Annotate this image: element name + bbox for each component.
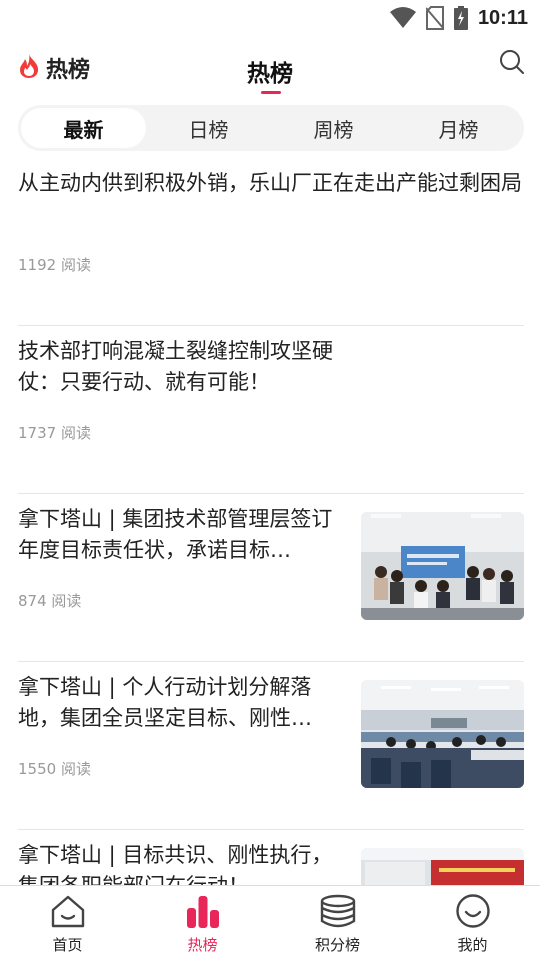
status-time: 10:11 — [477, 6, 528, 29]
bottom-nav: 首页 热榜 积分榜 我的 — [0, 885, 540, 960]
nav-label: 我的 — [457, 936, 488, 954]
article-item[interactable]: 拿下塔山 | 集团技术部管理层签订年度目标责任状，承诺目标… 874 阅读 — [18, 494, 524, 662]
status-bar: 10:11 — [0, 0, 540, 40]
article-thumbnail[interactable] — [361, 680, 524, 788]
coin-stack-icon — [320, 894, 356, 932]
page-title: 热榜 — [247, 61, 293, 87]
smile-icon — [455, 894, 491, 932]
article-title: 从主动内供到积极外销，乐山厂正在走出产能过剩困局 — [18, 171, 522, 195]
home-icon — [50, 894, 86, 932]
article-item[interactable]: 从主动内供到积极外销，乐山厂正在走出产能过剩困局 1192 阅读 — [18, 158, 524, 326]
article-reads: 1192 阅读 — [18, 256, 91, 274]
tab-daily[interactable]: 日榜 — [146, 108, 271, 148]
nav-home[interactable]: 首页 — [0, 886, 135, 960]
nav-label: 热榜 — [187, 936, 218, 954]
status-icons: 10:11 — [389, 4, 528, 32]
tab-weekly[interactable]: 周榜 — [271, 108, 396, 148]
article-title: 拿下塔山 | 目标共识、刚性执行，集团各职能部门在行动！ — [18, 843, 333, 885]
battery-charging-icon — [453, 6, 468, 30]
article-item[interactable]: 拿下塔山 | 个人行动计划分解落地，集团全员坚定目标、刚性… 1550 阅读 — [18, 662, 524, 830]
tab-monthly[interactable]: 月榜 — [396, 108, 521, 148]
article-item[interactable]: 技术部打响混凝土裂缝控制攻坚硬仗：只要行动、就有可能！ 1737 阅读 — [18, 326, 524, 494]
article-reads: 1550 阅读 — [18, 760, 91, 778]
nav-hot[interactable]: 热榜 — [135, 886, 270, 960]
article-feed: 从主动内供到积极外销，乐山厂正在走出产能过剩困局 1192 阅读 技术部打响混凝… — [18, 158, 524, 885]
article-item[interactable]: 拿下塔山 | 目标共识、刚性执行，集团各职能部门在行动！ — [18, 830, 524, 885]
ranking-tabs: 最新 日榜 周榜 月榜 — [18, 105, 524, 151]
nav-points[interactable]: 积分榜 — [270, 886, 405, 960]
nav-label: 首页 — [52, 936, 83, 954]
title-underline — [261, 91, 281, 94]
article-thumbnail[interactable] — [361, 848, 524, 885]
search-button[interactable] — [498, 48, 526, 76]
article-reads: 874 阅读 — [18, 592, 82, 610]
article-reads: 1737 阅读 — [18, 424, 91, 442]
article-title: 拿下塔山 | 个人行动计划分解落地，集团全员坚定目标、刚性… — [18, 675, 312, 730]
search-icon — [498, 50, 526, 80]
bar-chart-icon — [185, 894, 221, 932]
wifi-icon — [389, 7, 416, 29]
tab-latest[interactable]: 最新 — [21, 108, 146, 148]
nav-profile[interactable]: 我的 — [405, 886, 540, 960]
article-title: 拿下塔山 | 集团技术部管理层签订年度目标责任状，承诺目标… — [18, 507, 333, 562]
article-thumbnail[interactable] — [361, 512, 524, 620]
header: 热榜 热榜 — [0, 40, 540, 100]
nav-label: 积分榜 — [314, 936, 360, 954]
no-sim-icon — [425, 6, 444, 30]
article-title: 技术部打响混凝土裂缝控制攻坚硬仗：只要行动、就有可能！ — [18, 339, 333, 394]
